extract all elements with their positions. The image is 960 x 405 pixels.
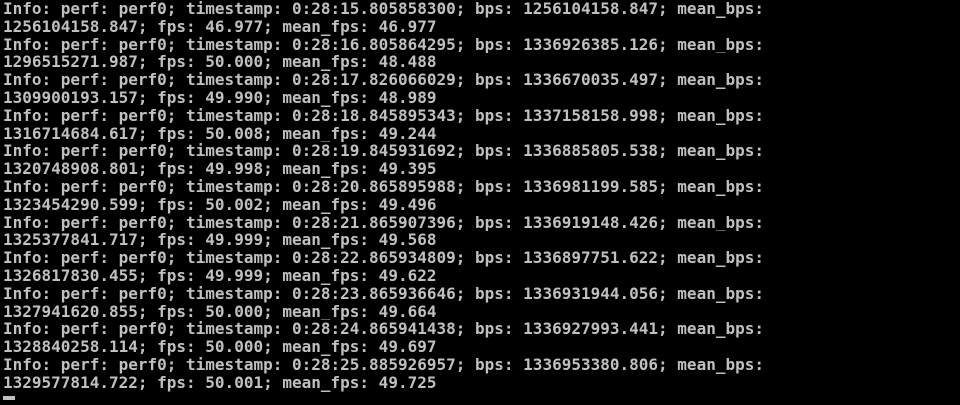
console-line: Info: perf: perf0; timestamp: 0:28:22.86… (3, 249, 764, 267)
console-line: 1325377841.717; fps: 49.999; mean_fps: 4… (3, 231, 437, 250)
console-line: 1328840258.114; fps: 50.000; mean_fps: 4… (3, 338, 437, 356)
text-cursor (3, 396, 15, 400)
console-line: 1256104158.847; fps: 46.977; mean_fps: 4… (3, 17, 437, 36)
console-line: 1320748908.801; fps: 49.998; mean_fps: 4… (3, 160, 437, 178)
console-line: 1309900193.157; fps: 49.990; mean_fps: 4… (3, 88, 437, 107)
console-line: 1329577814.722; fps: 50.001; mean_fps: 4… (3, 373, 437, 392)
console-line: Info: perf: perf0; timestamp: 0:28:21.86… (3, 213, 764, 232)
console-line: 1316714684.617; fps: 50.008; mean_fps: 4… (3, 124, 437, 143)
console-line: Info: perf: perf0; timestamp: 0:28:18.84… (3, 106, 764, 125)
console-line: Info: perf: perf0; timestamp: 0:28:16.80… (3, 35, 764, 54)
console-line: 1326817830.455; fps: 49.999; mean_fps: 4… (3, 266, 437, 285)
console-line: Info: perf: perf0; timestamp: 0:28:17.82… (3, 71, 764, 89)
console-line: 1323454290.599; fps: 50.002; mean_fps: 4… (3, 195, 437, 214)
console-line: Info: perf: perf0; timestamp: 0:28:15.80… (3, 0, 764, 18)
console-line: Info: perf: perf0; timestamp: 0:28:20.86… (3, 177, 764, 196)
console-line: Info: perf: perf0; timestamp: 0:28:25.88… (3, 355, 764, 374)
console-window[interactable]: Info: perf: perf0; timestamp: 0:28:15.80… (0, 0, 960, 405)
console-line: 1296515271.987; fps: 50.000; mean_fps: 4… (3, 53, 437, 72)
console-line: Info: perf: perf0; timestamp: 0:28:19.84… (3, 142, 764, 161)
console-line: Info: perf: perf0; timestamp: 0:28:24.86… (3, 320, 764, 339)
console-line: Info: perf: perf0; timestamp: 0:28:23.86… (3, 284, 764, 303)
console-line: 1327941620.855; fps: 50.000; mean_fps: 4… (3, 302, 437, 321)
